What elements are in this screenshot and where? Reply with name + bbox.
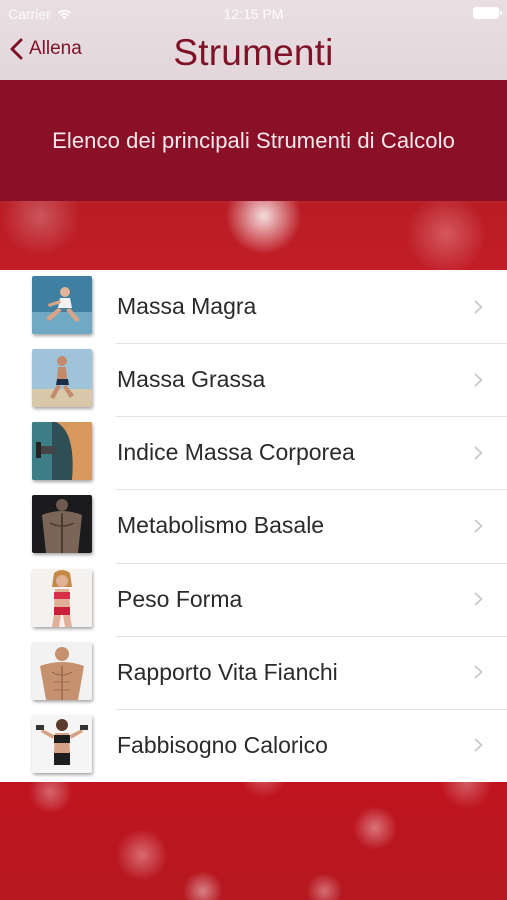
runner-woman-photo-icon bbox=[32, 276, 92, 334]
chevron-right-icon bbox=[474, 373, 483, 387]
dumbbell-arm-photo-icon bbox=[32, 422, 92, 481]
tool-label: Indice Massa Corporea bbox=[117, 439, 355, 466]
chevron-right-icon bbox=[474, 446, 483, 460]
list-item-indice-massa-corporea[interactable]: Indice Massa Corporea bbox=[0, 416, 507, 489]
page-title: Strumenti bbox=[173, 32, 334, 73]
list-item-fabbisogno-calorico[interactable]: Fabbisogno Calorico bbox=[0, 708, 507, 782]
header-band: Elenco dei principali Strumenti di Calco… bbox=[0, 80, 507, 201]
clock: 12:15 PM bbox=[223, 6, 284, 22]
tool-label: Massa Magra bbox=[117, 293, 257, 320]
navigation-bar: Allena Strumenti bbox=[0, 28, 507, 80]
list-item-rapporto-vita-fianchi[interactable]: Rapporto Vita Fianchi bbox=[0, 635, 507, 709]
tool-label: Massa Grassa bbox=[117, 366, 266, 393]
muscular-man-photo-icon bbox=[32, 641, 92, 700]
chevron-right-icon bbox=[474, 665, 483, 679]
runner-man-photo-icon bbox=[32, 349, 92, 408]
status-bar: Carrier 12:15 PM bbox=[0, 0, 507, 28]
chevron-right-icon bbox=[474, 592, 483, 606]
header-subtitle: Elenco dei principali Strumenti di Calco… bbox=[52, 127, 455, 153]
tool-label: Rapporto Vita Fianchi bbox=[117, 658, 338, 685]
woman-dumbbells-photo-icon bbox=[32, 714, 92, 773]
tool-label: Metabolismo Basale bbox=[117, 512, 325, 539]
fit-woman-photo-icon bbox=[32, 568, 92, 627]
battery-icon bbox=[473, 7, 502, 19]
chevron-right-icon bbox=[474, 738, 483, 752]
tool-label: Fabbisogno Calorico bbox=[117, 731, 328, 758]
list-item-massa-magra[interactable]: Massa Magra bbox=[0, 270, 507, 343]
chevron-right-icon bbox=[474, 300, 483, 313]
list-item-metabolismo-basale[interactable]: Metabolismo Basale bbox=[0, 489, 507, 562]
tool-label: Peso Forma bbox=[117, 585, 243, 612]
tools-list: Massa Magra Massa Grassa Indice Massa Co… bbox=[0, 270, 507, 782]
chevron-right-icon bbox=[474, 519, 483, 533]
list-item-peso-forma[interactable]: Peso Forma bbox=[0, 562, 507, 636]
list-item-massa-grassa[interactable]: Massa Grassa bbox=[0, 343, 507, 416]
muscular-back-photo-icon bbox=[32, 495, 92, 554]
